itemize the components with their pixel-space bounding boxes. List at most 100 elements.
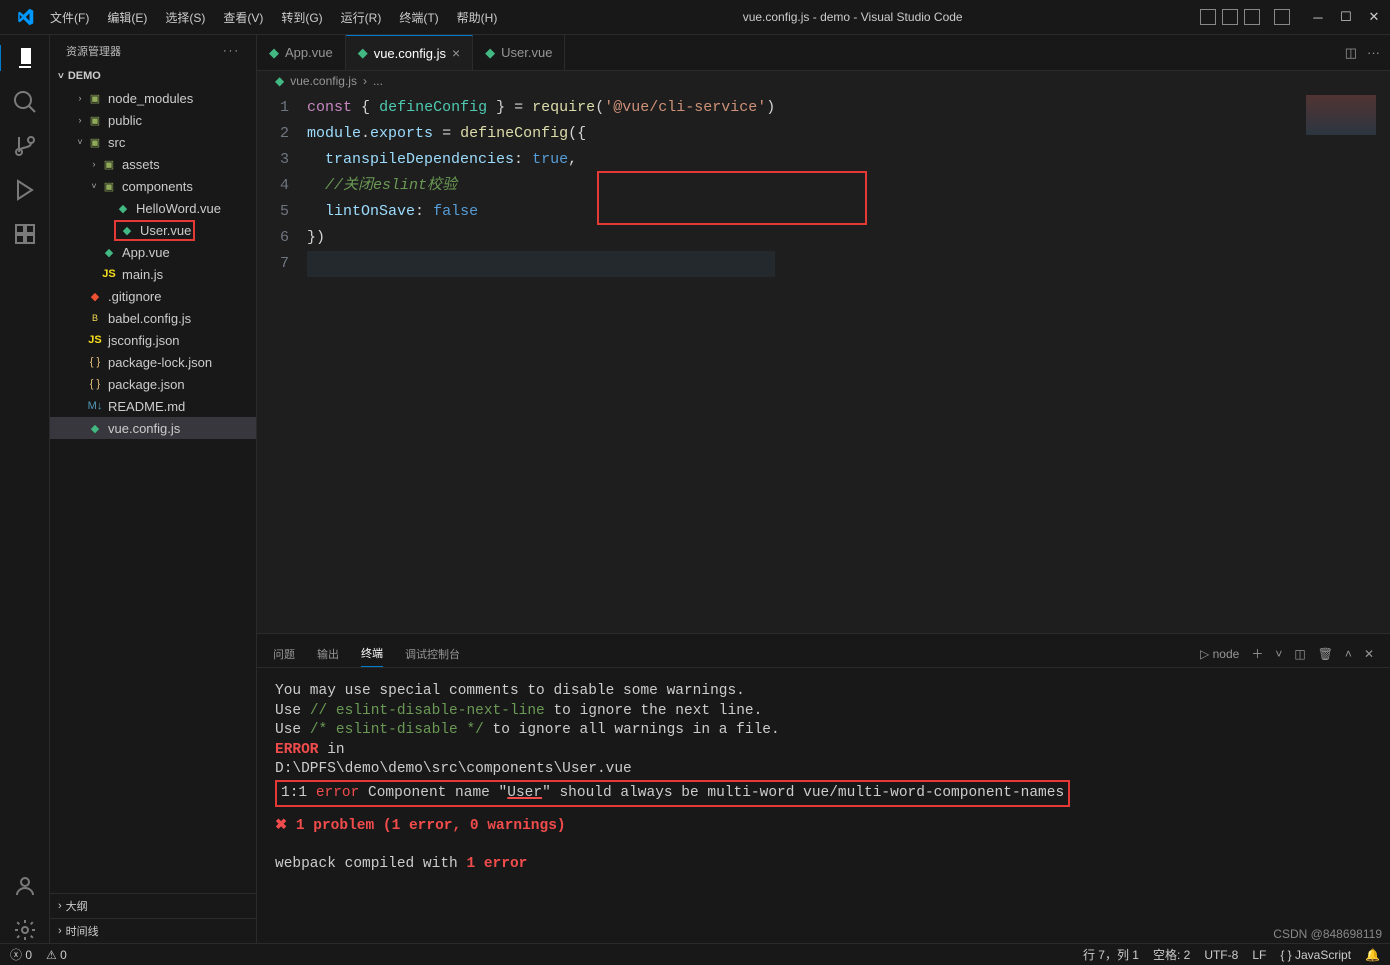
- status-indent[interactable]: 空格: 2: [1153, 946, 1190, 963]
- statusbar: ⓧ 0 ⚠ 0 行 7，列 1 空格: 2 UTF-8 LF { } JavaS…: [0, 943, 1390, 965]
- status-errors[interactable]: ⓧ 0: [10, 946, 32, 963]
- menu-help[interactable]: 帮助(H): [449, 5, 506, 30]
- outline-section[interactable]: › 大纲: [50, 893, 256, 918]
- close-panel-icon[interactable]: ✕: [1364, 647, 1374, 661]
- terminal-line: You may use special comments to disable …: [275, 682, 1372, 702]
- menubar: 文件(F) 编辑(E) 选择(S) 查看(V) 转到(G) 运行(R) 终端(T…: [42, 5, 505, 30]
- tree-item-babel-config-js[interactable]: Bbabel.config.js: [50, 307, 256, 329]
- explorer-root[interactable]: ˅ DEMO: [50, 67, 256, 85]
- tree-item-src[interactable]: ˅▣src: [50, 131, 256, 153]
- activity-search-icon[interactable]: [12, 89, 38, 115]
- terminal-line: D:\DPFS\demo\demo\src\components\User.vu…: [275, 760, 1372, 780]
- close-icon[interactable]: ×: [452, 45, 460, 61]
- panel-tab-output[interactable]: 输出: [317, 641, 339, 667]
- tree-item-assets[interactable]: ›▣assets: [50, 153, 256, 175]
- panel-tab-terminal[interactable]: 终端: [361, 640, 383, 667]
- tab-vue-config[interactable]: ◆vue.config.js×: [346, 35, 473, 70]
- terminal-line: 1:1 error Component name "User" should a…: [275, 780, 1372, 808]
- new-terminal-icon[interactable]: ＋: [1251, 645, 1263, 662]
- tabbar-actions: ◫ ···: [1335, 35, 1390, 70]
- watermark: CSDN @848698119: [1273, 927, 1382, 941]
- layout-icon-1[interactable]: [1200, 9, 1216, 25]
- terminal-shell-select[interactable]: ▷ node: [1200, 647, 1239, 661]
- activity-account-icon[interactable]: [12, 873, 38, 899]
- tab-app-vue[interactable]: ◆App.vue: [257, 35, 346, 70]
- panel: 问题 输出 终端 调试控制台 ▷ node ＋ ˅ ◫ 🗑 ˄ ✕ You ma…: [257, 633, 1390, 943]
- tree-item-App-vue[interactable]: ◆App.vue: [50, 241, 256, 263]
- chevron-right-icon: ›: [58, 900, 62, 912]
- more-icon[interactable]: ···: [1367, 45, 1380, 60]
- minimize-icon[interactable]: ─: [1310, 9, 1326, 25]
- window-controls: ─ ☐ ✕: [1310, 9, 1382, 25]
- tree-item-main-js[interactable]: JSmain.js: [50, 263, 256, 285]
- tree-item-README-md[interactable]: M↓README.md: [50, 395, 256, 417]
- status-bell-icon[interactable]: 🔔: [1365, 948, 1380, 962]
- tab-label: User.vue: [501, 45, 552, 60]
- vue-icon: ◆: [269, 45, 279, 61]
- timeline-label: 时间线: [66, 923, 99, 939]
- activity-settings-icon[interactable]: [12, 917, 38, 943]
- tree-item-node_modules[interactable]: ›▣node_modules: [50, 87, 256, 109]
- tree-item-public[interactable]: ›▣public: [50, 109, 256, 131]
- minimap[interactable]: [1306, 95, 1376, 135]
- breadcrumb[interactable]: ◆ vue.config.js › ...: [257, 71, 1390, 91]
- editor[interactable]: 1234567 const { defineConfig } = require…: [257, 91, 1390, 633]
- activitybar: [0, 35, 50, 943]
- menu-select[interactable]: 选择(S): [157, 5, 213, 30]
- status-cursor-pos[interactable]: 行 7，列 1: [1083, 946, 1139, 963]
- explorer-root-label: DEMO: [68, 70, 101, 82]
- timeline-section[interactable]: ›时间线: [50, 918, 256, 943]
- vue-icon: ◆: [485, 45, 495, 61]
- layout-icons: [1200, 9, 1290, 25]
- menu-view[interactable]: 查看(V): [215, 5, 271, 30]
- status-warnings[interactable]: ⚠ 0: [46, 948, 67, 962]
- close-icon[interactable]: ✕: [1366, 9, 1382, 25]
- tree-item-package-lock-json[interactable]: { }package-lock.json: [50, 351, 256, 373]
- maximize-icon[interactable]: ☐: [1338, 9, 1354, 25]
- scrollbar[interactable]: [1376, 91, 1390, 633]
- menu-terminal[interactable]: 终端(T): [391, 5, 446, 30]
- split-editor-icon[interactable]: ◫: [1345, 45, 1357, 61]
- menu-file[interactable]: 文件(F): [42, 5, 97, 30]
- terminal-line: ✖ 1 problem (1 error, 0 warnings): [275, 817, 1372, 837]
- tree-item-components[interactable]: ˅▣components: [50, 175, 256, 197]
- layout-icon-4[interactable]: [1274, 9, 1290, 25]
- panel-tab-problems[interactable]: 问题: [273, 641, 295, 667]
- tree-item-jsconfig-json[interactable]: JSjsconfig.json: [50, 329, 256, 351]
- code-body[interactable]: const { defineConfig } = require('@vue/c…: [307, 91, 775, 633]
- split-terminal-icon[interactable]: ◫: [1294, 647, 1305, 661]
- activity-explorer-icon[interactable]: [0, 45, 49, 71]
- menu-edit[interactable]: 编辑(E): [99, 5, 155, 30]
- chevron-down-icon: ˅: [58, 71, 64, 82]
- terminal-line: ERROR in: [275, 741, 1372, 761]
- status-eol[interactable]: LF: [1252, 948, 1266, 962]
- tree-item--gitignore[interactable]: ◆.gitignore: [50, 285, 256, 307]
- activity-extensions-icon[interactable]: [12, 221, 38, 247]
- outline-label: 大纲: [66, 898, 88, 914]
- tree-item-vue-config-js[interactable]: ◆vue.config.js: [50, 417, 256, 439]
- tree-item-User-vue[interactable]: ◆User.vue: [50, 219, 256, 241]
- tree-item-HelloWord-vue[interactable]: ◆HelloWord.vue: [50, 197, 256, 219]
- editor-area: ◆App.vue ◆ vue.config.js × ◆ User.vue ◫ ···…: [257, 35, 1390, 943]
- file-tree: ›▣node_modules›▣public˅▣src›▣assets˅▣com…: [50, 85, 256, 893]
- terminal[interactable]: You may use special comments to disable …: [257, 668, 1390, 943]
- activity-git-icon[interactable]: [12, 133, 38, 159]
- sidebar-more-icon[interactable]: ···: [223, 45, 240, 57]
- tabbar: ◆App.vue ◆ vue.config.js × ◆ User.vue ◫ ···: [257, 35, 1390, 71]
- status-language[interactable]: { } JavaScript: [1280, 948, 1351, 962]
- trash-icon[interactable]: 🗑: [1318, 647, 1333, 661]
- chevron-up-icon[interactable]: ˄: [1345, 647, 1352, 661]
- status-encoding[interactable]: UTF-8: [1204, 948, 1238, 962]
- activity-debug-icon[interactable]: [12, 177, 38, 203]
- sidebar-title: 资源管理器: [66, 43, 121, 59]
- layout-icon-2[interactable]: [1222, 9, 1238, 25]
- vscode-logo: [16, 8, 34, 26]
- layout-icon-3[interactable]: [1244, 9, 1260, 25]
- panel-tab-debug[interactable]: 调试控制台: [405, 641, 460, 667]
- tree-item-package-json[interactable]: { }package.json: [50, 373, 256, 395]
- tab-label: vue.config.js: [374, 46, 446, 61]
- menu-goto[interactable]: 转到(G): [273, 5, 330, 30]
- menu-run[interactable]: 运行(R): [333, 5, 390, 30]
- tab-user-vue[interactable]: ◆ User.vue: [473, 35, 565, 70]
- terminal-dropdown-icon[interactable]: ˅: [1275, 647, 1282, 661]
